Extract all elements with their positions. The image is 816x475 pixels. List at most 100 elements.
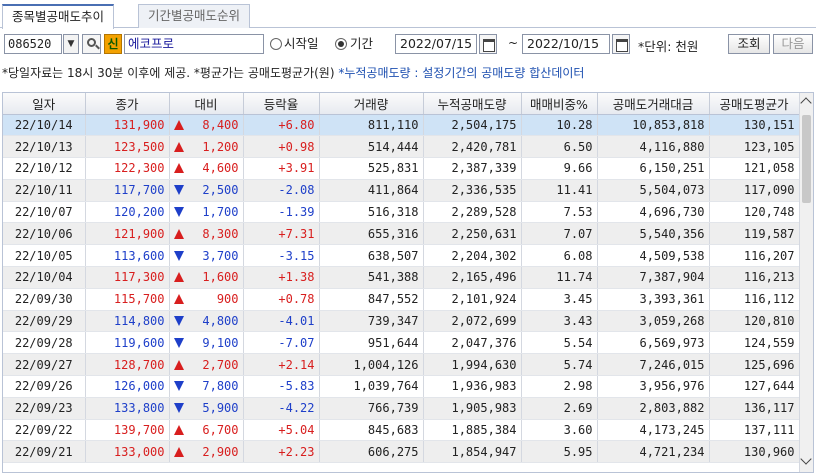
table-row[interactable]: 22/10/11 117,700 2,500 -2.08 411,864 2,336,53… [3, 179, 800, 202]
table-body: 22/10/14 131,900 8,400 +6.80 811,110 2,504,17… [3, 114, 800, 464]
toolbar: 086520 ▼ 신 에코프로 시작일 기간 2022/07/15 ~ 2022… [0, 31, 816, 57]
volume-cell: 655,316 [319, 222, 424, 246]
table-header-row: 일자 종가 대비 등락율 거래량 누적공매도량 매매비중% 공매도거래대금 공매도평균가 [3, 93, 800, 115]
column-header[interactable]: 누적공매도량 [423, 93, 522, 115]
volume-cell: 525,831 [319, 157, 424, 180]
change-rate-cell: -1.39 [243, 201, 320, 224]
cumulative-short-cell: 2,336,535 [423, 179, 522, 202]
short-share-cell: 6.08 [521, 244, 598, 268]
short-amount-cell: 7,246,015 [597, 353, 710, 377]
cumulative-short-cell: 1,936,983 [423, 375, 522, 398]
close-price-cell: 113,600 [85, 244, 170, 268]
table-row[interactable]: 22/09/27 128,700 2,700 +2.14 1,004,126 1,994,… [3, 353, 800, 377]
volume-cell: 1,004,126 [319, 353, 424, 377]
change-wrapper: 900 [170, 292, 239, 306]
close-price-cell: 117,300 [85, 266, 170, 289]
short-share-cell: 3.60 [521, 419, 598, 442]
notice-text-highlight: *누적공매도량 : 설정기간의 공매도량 합산데이터 [338, 66, 585, 80]
date-cell: 22/09/23 [3, 397, 86, 420]
tab-period-short-rank[interactable]: 기간별공매도순위 [138, 4, 251, 28]
table-row[interactable]: 22/09/29 114,800 4,800 -4.01 739,347 2,072,69… [3, 310, 800, 333]
triangle-down-icon [173, 337, 184, 348]
volume-cell: 514,444 [319, 135, 424, 159]
table-row[interactable]: 22/09/28 119,600 9,100 -7.07 951,644 2,047,37… [3, 331, 800, 355]
column-header[interactable]: 등락율 [243, 93, 320, 115]
column-header[interactable]: 매매비중% [521, 93, 598, 115]
short-share-cell: 7.53 [521, 201, 598, 224]
volume-cell: 541,388 [319, 266, 424, 289]
tab-stock-short-trend[interactable]: 종목별공매도추이 [2, 4, 115, 29]
table-row[interactable]: 22/10/06 121,900 8,300 +7.31 655,316 2,250,63… [3, 222, 800, 246]
volume-cell: 411,864 [319, 179, 424, 202]
change-cell: 900 [169, 288, 244, 311]
change-wrapper: 8,400 [170, 118, 239, 132]
date-to-input[interactable]: 2022/10/15 [522, 34, 610, 54]
change-cell: 7,800 [169, 375, 244, 398]
short-avg-price-cell: 124,559 [709, 331, 800, 355]
date-from-input[interactable]: 2022/07/15 [395, 34, 477, 54]
table-row[interactable]: 22/09/26 126,000 7,800 -5.83 1,039,764 1,936,… [3, 375, 800, 398]
unit-label: *단위: 천원 [638, 39, 699, 54]
scroll-thumb[interactable] [802, 115, 811, 203]
column-header[interactable]: 공매도평균가 [709, 93, 800, 115]
short-amount-cell: 4,116,880 [597, 135, 710, 159]
calendar-icon[interactable] [612, 34, 630, 54]
volume-cell: 516,318 [319, 201, 424, 224]
calendar-icon[interactable] [479, 34, 497, 54]
column-header[interactable]: 대비 [169, 93, 244, 115]
cumulative-short-cell: 2,072,699 [423, 310, 522, 333]
table-row[interactable]: 22/09/30 115,700 900 +0.78 847,552 2,101,924 3… [3, 288, 800, 311]
change-value: 2,700 [202, 357, 239, 372]
close-price-cell: 123,500 [85, 135, 170, 159]
short-avg-price-cell: 120,810 [709, 310, 800, 333]
change-rate-cell: +0.98 [243, 135, 320, 159]
change-rate-cell: -4.22 [243, 397, 320, 420]
table-row[interactable]: 22/09/22 139,700 6,700 +5.04 845,683 1,885,38… [3, 419, 800, 442]
column-header[interactable]: 공매도거래대금 [597, 93, 710, 115]
change-wrapper: 6,700 [170, 423, 239, 437]
chevron-down-icon[interactable]: ▼ [63, 34, 79, 54]
table-row[interactable]: 22/09/23 133,800 5,900 -4.22 766,739 1,905,98… [3, 397, 800, 420]
next-button[interactable]: 다음 [773, 34, 813, 54]
change-value: 1,600 [202, 270, 239, 285]
volume-cell: 811,110 [319, 114, 424, 137]
table-row[interactable]: 22/10/12 122,300 4,600 +3.91 525,831 2,387,33… [3, 157, 800, 180]
change-cell: 4,600 [169, 157, 244, 180]
change-cell: 6,700 [169, 419, 244, 442]
change-rate-cell: +2.14 [243, 353, 320, 377]
table-row[interactable]: 22/10/07 120,200 1,700 -1.39 516,318 2,289,52… [3, 201, 800, 224]
search-icon[interactable] [82, 34, 101, 54]
short-amount-cell: 5,504,073 [597, 179, 710, 202]
notice-text: *당일자료는 18시 30분 이후에 제공. *평균가는 공매도평균가(원) [2, 66, 339, 80]
short-amount-cell: 5,540,356 [597, 222, 710, 246]
stock-name-field[interactable]: 에코프로 [124, 34, 264, 54]
table-row[interactable]: 22/10/14 131,900 8,400 +6.80 811,110 2,504,17… [3, 114, 800, 137]
radio-start-date[interactable] [270, 38, 282, 50]
change-value: 6,700 [202, 423, 239, 438]
table-row[interactable]: 22/10/05 113,600 3,700 -3.15 638,507 2,204,30… [3, 244, 800, 268]
change-wrapper: 2,900 [170, 445, 239, 459]
column-header[interactable]: 일자 [3, 93, 86, 115]
radio-period[interactable] [335, 38, 347, 50]
short-avg-price-cell: 116,213 [709, 266, 800, 289]
column-header[interactable]: 종가 [85, 93, 170, 115]
column-header[interactable]: 거래량 [319, 93, 424, 115]
date-cell: 22/09/29 [3, 310, 86, 333]
short-share-cell: 3.45 [521, 288, 598, 311]
chevron-down-icon[interactable] [800, 453, 812, 465]
chevron-up-icon[interactable] [800, 97, 812, 109]
triangle-down-icon [173, 250, 184, 261]
table-row[interactable]: 22/10/04 117,300 1,600 +1.38 541,388 2,165,49… [3, 266, 800, 289]
search-button[interactable]: 조회 [728, 34, 770, 54]
stock-code-input[interactable]: 086520 [4, 34, 62, 54]
date-cell: 22/09/28 [3, 331, 86, 355]
cumulative-short-cell: 2,165,496 [423, 266, 522, 289]
short-avg-price-cell: 127,644 [709, 375, 800, 398]
table-row[interactable]: 22/09/21 133,000 2,900 +2.23 606,275 1,854,94… [3, 440, 800, 464]
table-row[interactable]: 22/10/13 123,500 1,200 +0.98 514,444 2,420,78… [3, 135, 800, 159]
change-wrapper: 8,300 [170, 227, 239, 241]
triangle-down-icon [173, 316, 184, 327]
short-amount-cell: 3,059,268 [597, 310, 710, 333]
vertical-scrollbar[interactable] [799, 93, 813, 472]
change-rate-cell: -3.15 [243, 244, 320, 268]
